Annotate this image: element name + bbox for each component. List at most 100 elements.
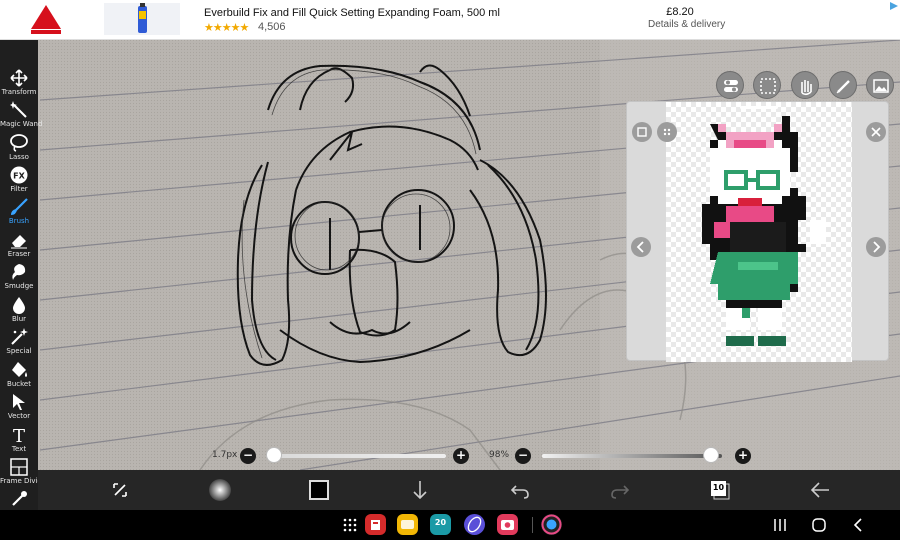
settings-toggle-button[interactable]: [716, 71, 744, 99]
svg-text:T: T: [13, 426, 25, 444]
tool-label: Filter: [10, 185, 28, 193]
special-icon: [11, 328, 28, 345]
hand-button[interactable]: [791, 71, 819, 99]
hand-icon: [801, 80, 812, 96]
tool-smudge[interactable]: Smudge: [0, 263, 38, 295]
tool-frame-divider[interactable]: Frame Divider: [0, 458, 50, 490]
internet-app-icon[interactable]: [464, 514, 485, 535]
calendar-app-icon[interactable]: 20: [430, 514, 451, 535]
pixel-art-character: [702, 116, 826, 346]
tool-vector[interactable]: Vector: [0, 393, 38, 425]
tool-label: Blur: [11, 315, 27, 323]
chevron-left-icon: [636, 241, 644, 253]
eyedropper-icon: [12, 491, 27, 506]
dock-divider: [532, 517, 533, 533]
product-image: [104, 3, 180, 35]
ibis-paint-app-icon[interactable]: [541, 514, 562, 535]
toggle-icon: [724, 80, 738, 92]
tool-label: Frame Divider: [0, 477, 50, 485]
blur-icon: [13, 297, 25, 314]
reference-move-button[interactable]: [657, 122, 677, 142]
stabilizer-button[interactable]: [829, 71, 857, 99]
chevron-right-icon: [873, 241, 881, 253]
color-swatch[interactable]: [309, 480, 329, 500]
redo-icon[interactable]: [608, 478, 632, 502]
rating-stars: ★★★★★: [204, 21, 249, 34]
reference-window-button[interactable]: [866, 71, 894, 99]
tool-magic-wand[interactable]: Magic Wand: [0, 101, 43, 133]
opacity-decrease-button[interactable]: −: [515, 448, 531, 464]
brush-icon: [11, 198, 28, 215]
tool-sidebar: Transform Magic Wand Lasso FX Filter Bru…: [0, 40, 50, 510]
text-icon: T: [13, 426, 25, 444]
tool-label: Vector: [7, 412, 31, 420]
ad-banner[interactable]: Everbuild Fix and Fill Quick Setting Exp…: [0, 0, 900, 40]
ad-title[interactable]: Everbuild Fix and Fill Quick Setting Exp…: [204, 7, 500, 19]
tool-label: Special: [6, 347, 32, 355]
tool-label: Magic Wand: [0, 120, 43, 128]
filter-icon: FX: [10, 166, 28, 184]
tool-lasso[interactable]: Lasso: [0, 134, 38, 166]
tool-eyedropper[interactable]: [0, 490, 38, 510]
opacity-increase-button[interactable]: +: [735, 448, 751, 464]
tool-filter[interactable]: FX Filter: [0, 166, 38, 198]
notes-app-icon[interactable]: [397, 514, 418, 535]
red-app-icon[interactable]: [365, 514, 386, 535]
eraser-icon: [11, 235, 27, 249]
selection-button[interactable]: [753, 71, 781, 99]
size-decrease-button[interactable]: −: [240, 448, 256, 464]
undo-icon[interactable]: [508, 478, 532, 502]
opacity-label: 98%: [489, 450, 510, 460]
layers-button[interactable]: 10: [708, 478, 732, 502]
details-delivery-link[interactable]: Details & delivery: [648, 19, 725, 30]
brush-size-knob[interactable]: [266, 447, 282, 463]
tool-bucket[interactable]: Bucket: [0, 361, 38, 393]
calendar-date: 20: [434, 518, 447, 527]
tool-transform[interactable]: Transform: [0, 69, 38, 101]
selection-icon: [760, 78, 776, 94]
quick-menu-icon[interactable]: [108, 478, 132, 502]
reference-close-button[interactable]: [866, 122, 886, 142]
tool-blur[interactable]: Blur: [0, 296, 38, 328]
opacity-slider[interactable]: [542, 454, 722, 458]
rating-count: 4,506: [258, 21, 286, 33]
reference-prev-button[interactable]: [631, 237, 651, 257]
size-increase-button[interactable]: +: [453, 448, 469, 464]
home-icon[interactable]: [810, 516, 828, 534]
reference-window[interactable]: [626, 101, 889, 362]
reference-fit-button[interactable]: [632, 122, 652, 142]
svg-text:FX: FX: [13, 172, 25, 181]
frame-divider-icon: [10, 458, 28, 476]
tool-label: Bucket: [7, 380, 31, 388]
magic-wand-icon: [10, 101, 27, 118]
opacity-knob[interactable]: [702, 447, 719, 463]
tool-label: Smudge: [4, 282, 34, 290]
smudge-icon: [12, 264, 26, 280]
download-icon[interactable]: [408, 478, 432, 502]
tool-brush[interactable]: Brush: [0, 198, 38, 230]
app-drawer-icon[interactable]: [340, 514, 361, 535]
tool-label: Text: [11, 445, 27, 453]
vector-icon: [13, 394, 25, 410]
brush-size-label: 1.7px: [212, 450, 238, 460]
recent-apps-icon[interactable]: [771, 516, 789, 534]
tool-text[interactable]: T Text: [0, 426, 38, 458]
reference-image: [666, 102, 852, 362]
back-arrow-icon[interactable]: [808, 478, 832, 502]
tool-label: Lasso: [9, 153, 29, 161]
move-icon: [663, 128, 671, 136]
back-icon[interactable]: [850, 516, 868, 534]
tool-label: Brush: [8, 217, 30, 225]
tool-label: Transform: [1, 88, 37, 96]
ad-choices-icon[interactable]: [889, 1, 899, 11]
tool-special[interactable]: Special: [0, 328, 38, 360]
brush-size-slider[interactable]: [266, 454, 446, 458]
android-navbar: 20: [0, 510, 900, 540]
tool-eraser[interactable]: Eraser: [0, 231, 38, 263]
brush-preview-icon[interactable]: [208, 478, 232, 502]
pencil-icon: [836, 80, 850, 94]
reference-drag-handle[interactable]: [740, 106, 778, 109]
camera-app-icon[interactable]: [497, 514, 518, 535]
reference-next-button[interactable]: [866, 237, 886, 257]
lasso-icon: [10, 134, 28, 152]
